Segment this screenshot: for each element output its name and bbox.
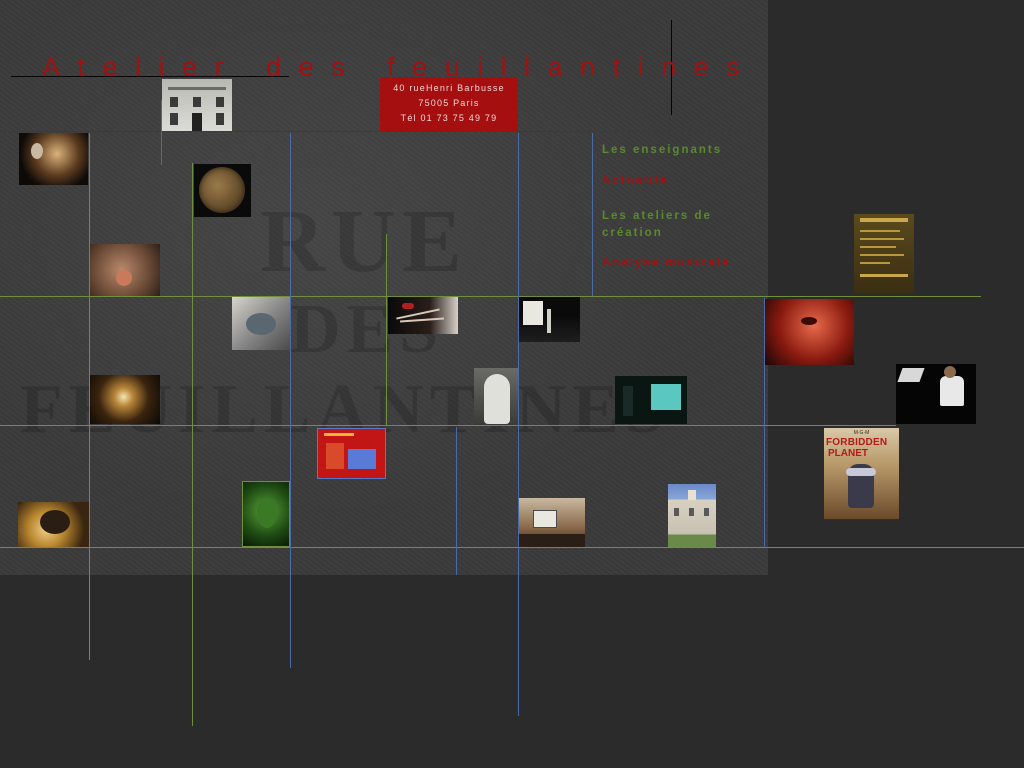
grid-line-vertical: [192, 163, 193, 726]
sculpture-photo[interactable]: [232, 297, 290, 350]
red-collage-artwork[interactable]: [317, 428, 386, 479]
address-box: 40 rueHenri Barbusse 75005 Paris Tél 01 …: [380, 77, 518, 131]
candle-stage-photo[interactable]: [90, 375, 160, 424]
address-phone: Tél 01 73 75 49 79: [400, 113, 498, 123]
grid-line-vertical: [518, 133, 519, 716]
grid-line-horizontal: [0, 547, 1024, 548]
poster-title-line2: PLANET: [828, 448, 868, 459]
forbidden-planet-poster[interactable]: M·G·M FORBIDDEN PLANET: [824, 428, 899, 519]
bronze-medallion-photo[interactable]: [194, 164, 251, 217]
projection-room-photo[interactable]: [615, 376, 687, 424]
green-sculpture-photo[interactable]: [242, 481, 290, 547]
building-facade-photo[interactable]: [162, 79, 232, 131]
grid-line-vertical: [592, 133, 593, 296]
address-street: 40 rueHenri Barbusse: [393, 83, 505, 93]
nav-link-actualite[interactable]: Actualité: [602, 173, 669, 190]
address-city: 75005 Paris: [418, 98, 480, 108]
courtyard-building-photo[interactable]: [668, 484, 716, 547]
poster-title-line1: FORBIDDEN: [826, 437, 888, 448]
grid-line-vertical: [456, 427, 457, 575]
poster-event-photo[interactable]: [854, 214, 914, 294]
nav-link-ateliers-de-creation[interactable]: Les ateliers de création: [602, 208, 742, 242]
nav-link-analyse-musicale[interactable]: Analyse musicale: [602, 255, 731, 272]
nav-link-les-enseignants[interactable]: Les enseignants: [602, 142, 722, 159]
pianist-photo[interactable]: [896, 364, 976, 424]
grid-line-vertical: [290, 133, 291, 668]
grid-line-horizontal: [0, 425, 896, 426]
header-red-rule: [0, 131, 766, 132]
puppets-photo[interactable]: [19, 133, 88, 185]
grid-line-horizontal: [0, 296, 981, 297]
percussion-mallets-photo[interactable]: [388, 297, 458, 334]
grid-line-vertical: [386, 234, 387, 425]
mole-animal-photo[interactable]: [18, 502, 89, 547]
cat-mask-photo[interactable]: [90, 244, 160, 296]
red-face-photo[interactable]: [765, 299, 854, 365]
classroom-photo[interactable]: [519, 498, 585, 547]
stage-performance-photo[interactable]: [519, 297, 580, 342]
ghost-figure-photo[interactable]: [474, 368, 518, 425]
poster-studio: M·G·M: [853, 430, 870, 436]
